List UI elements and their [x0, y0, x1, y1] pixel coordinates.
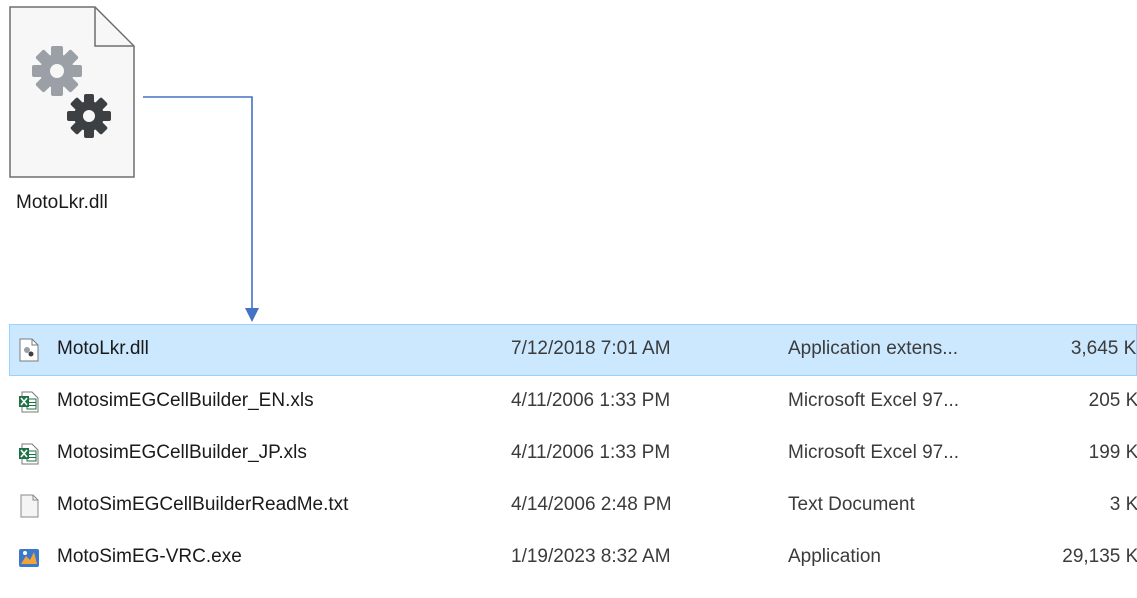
- dll-file-icon: [18, 338, 40, 362]
- file-date-modified: 4/11/2006 1:33 PM: [511, 390, 671, 411]
- excel-file-icon: [18, 390, 40, 414]
- file-row[interactable]: MotoSimEGCellBuilderReadMe.txt 4/14/2006…: [9, 480, 1137, 532]
- file-type: Microsoft Excel 97...: [788, 390, 960, 411]
- file-size: 3,645 KB: [1070, 338, 1137, 359]
- file-date-modified: 1/19/2023 8:32 AM: [511, 546, 671, 567]
- explorer-view: MotoLkr.dll MotoLkr.dll 7/12/2018 7:01 A…: [0, 0, 1137, 598]
- excel-file-icon: [18, 442, 40, 466]
- file-size: 205 KB: [1088, 390, 1137, 411]
- file-size: 29,135 KB: [1062, 546, 1137, 567]
- file-type: Text Document: [788, 494, 915, 515]
- application-exe-icon: [18, 546, 40, 570]
- large-dll-file-icon[interactable]: [9, 6, 135, 178]
- gears-file-icon: [9, 6, 135, 178]
- file-row[interactable]: MotosimEGCellBuilder_JP.xls 4/11/2006 1:…: [9, 428, 1137, 480]
- file-date-modified: 7/12/2018 7:01 AM: [511, 338, 671, 359]
- file-name: MotosimEGCellBuilder_EN.xls: [57, 390, 314, 411]
- text-file-icon: [18, 494, 40, 518]
- file-list: MotoLkr.dll 7/12/2018 7:01 AM Applicatio…: [9, 324, 1137, 598]
- file-type: Microsoft Excel 97...: [788, 442, 960, 463]
- large-file-label[interactable]: MotoLkr.dll: [16, 192, 108, 214]
- file-row[interactable]: MotoLkr.dll 7/12/2018 7:01 AM Applicatio…: [9, 324, 1137, 376]
- file-name: MotosimEGCellBuilder_JP.xls: [57, 442, 307, 463]
- file-size: 199 KB: [1088, 442, 1137, 463]
- file-type: Application extens...: [788, 338, 959, 359]
- file-name: MotoLkr.dll: [57, 338, 149, 359]
- file-date-modified: 4/14/2006 2:48 PM: [511, 494, 672, 515]
- file-size: 3 KB: [1109, 494, 1137, 515]
- file-name: MotoSimEG-VRC.exe: [57, 546, 242, 567]
- file-row[interactable]: MotosimEGCellBuilder_EN.xls 4/11/2006 1:…: [9, 376, 1137, 428]
- file-type: Application: [788, 546, 881, 567]
- file-name: MotoSimEGCellBuilderReadMe.txt: [57, 494, 349, 515]
- file-date-modified: 4/11/2006 1:33 PM: [511, 442, 671, 463]
- file-row[interactable]: MotoSimEG-VRC.exe 1/19/2023 8:32 AM Appl…: [9, 532, 1137, 584]
